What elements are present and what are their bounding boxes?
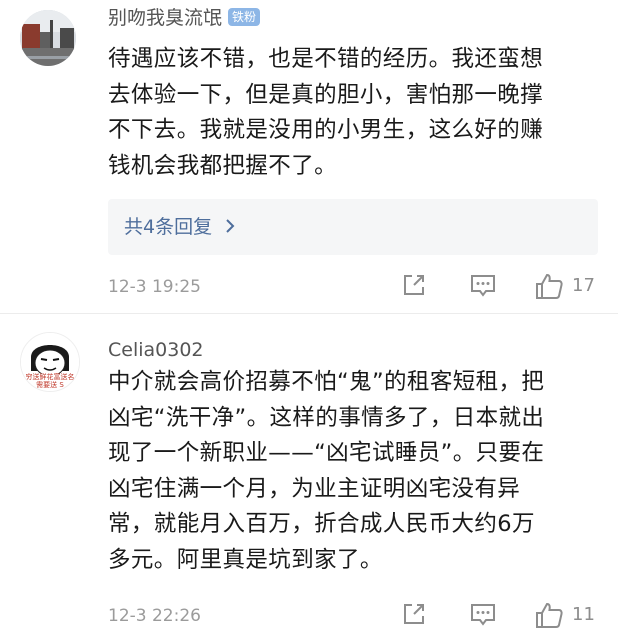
comment-icon[interactable] — [468, 271, 498, 303]
divider — [0, 313, 618, 314]
username-text[interactable]: Celia0302 — [108, 339, 204, 361]
share-icon[interactable] — [400, 600, 428, 632]
comment-line: 凶宅“洗干净”。这样的事情多了，日本就出 — [108, 404, 545, 431]
action-bar: 17 — [400, 271, 600, 301]
action-bar: 11 — [400, 600, 600, 630]
like-count: 11 — [572, 604, 595, 625]
comment-line: 凶宅住满一个月，为业主证明凶宅没有异 — [108, 475, 521, 502]
timestamp: 12-3 22:26 — [108, 606, 201, 626]
comment-line: 现了一个新职业——“凶宅试睡员”。只要在 — [108, 440, 545, 466]
comment-item: 穷送鲜花富送名 需要送 S Celia0302 中介就会高价招募不怕“鬼”的租客… — [0, 318, 618, 635]
share-icon[interactable] — [400, 271, 428, 303]
timestamp: 12-3 19:25 — [108, 277, 201, 297]
comment-text: 中介就会高价招募不怕“鬼”的租客短租，把 凶宅“洗干净”。这样的事情多了，日本就… — [108, 365, 603, 578]
comment-line: 去体验一下，但是真的胆小，害怕那一晚撑 — [108, 81, 544, 108]
thumbs-up-icon[interactable] — [534, 271, 564, 305]
avatar-caption: 穷送鲜花富送名 需要送 S — [25, 373, 75, 389]
comment-text: 待遇应该不错，也是不错的经历。我还蛮想 去体验一下，但是真的胆小，害怕那一晚撑 … — [108, 42, 598, 184]
comment-line: 多元。阿里真是坑到家了。 — [108, 546, 383, 573]
avatar[interactable] — [20, 10, 76, 66]
avatar[interactable]: 穷送鲜花富送名 需要送 S — [20, 332, 80, 392]
username-text[interactable]: 别吻我臭流氓 — [108, 7, 222, 29]
username[interactable]: Celia0302 — [108, 336, 204, 364]
comment-line: 常，就能月入百万，折合成人民币大约6万 — [108, 511, 535, 537]
fan-badge: 铁粉 — [228, 8, 261, 26]
comment-line: 不下去。我就是没用的小男生，这么好的赚 — [108, 117, 544, 143]
chevron-right-icon — [218, 216, 236, 238]
replies-label: 共4条回复 — [124, 216, 213, 238]
comment-line: 中介就会高价招募不怕“鬼”的租客短租，把 — [108, 369, 545, 395]
comment-line: 钱机会我都把握不了。 — [108, 152, 338, 179]
replies-link[interactable]: 共4条回复 — [124, 212, 236, 242]
avatar-photo — [20, 10, 76, 66]
like-count: 17 — [572, 275, 595, 296]
comment-icon[interactable] — [468, 600, 498, 632]
username[interactable]: 别吻我臭流氓 铁粉 — [108, 4, 261, 32]
thumbs-up-icon[interactable] — [534, 600, 564, 634]
view-replies-button[interactable]: 共4条回复 — [108, 199, 598, 255]
comment-item: 别吻我臭流氓 铁粉 待遇应该不错，也是不错的经历。我还蛮想 去体验一下，但是真的胆… — [0, 0, 618, 314]
comment-line: 待遇应该不错，也是不错的经历。我还蛮想 — [108, 46, 544, 72]
